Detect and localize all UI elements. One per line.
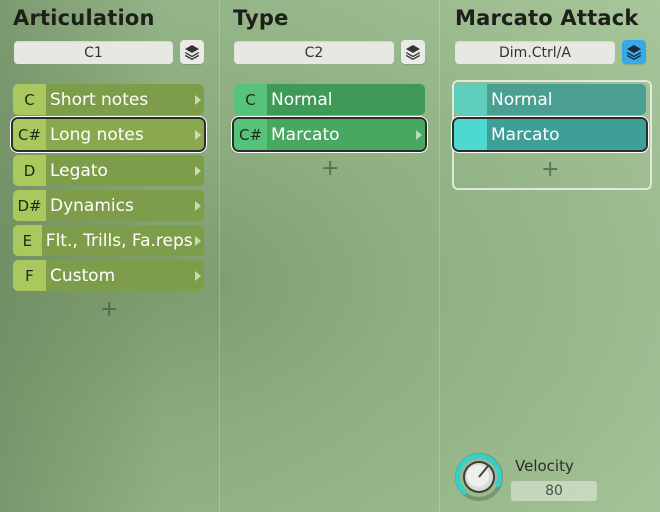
marcato-item-normal[interactable]: Normal — [454, 84, 646, 115]
articulation-layers-button[interactable] — [180, 40, 204, 64]
articulation-item-dynamics[interactable]: D# Dynamics — [13, 190, 204, 221]
type-item-normal[interactable]: C Normal — [234, 84, 425, 115]
add-type-button[interactable]: + — [321, 158, 339, 180]
marcato-attack-column: Marcato Attack Dim.Ctrl/A — [440, 0, 660, 512]
layers-icon — [406, 45, 420, 60]
color-swatch — [454, 84, 487, 115]
articulation-item-label: Dynamics — [46, 190, 191, 221]
chevron-right-icon — [191, 119, 204, 150]
layers-icon — [627, 45, 641, 60]
type-title: Type — [233, 6, 289, 30]
type-key-selector[interactable]: C2 — [234, 41, 394, 64]
articulation-title: Articulation — [13, 6, 155, 30]
articulation-column: Articulation C1 C Short notes C# Long no… — [0, 0, 219, 512]
add-marcato-button[interactable]: + — [541, 159, 559, 181]
articulation-item-long-notes[interactable]: C# Long notes — [13, 119, 204, 150]
articulation-item-label: Flt., Trills, Fa.reps — [41, 225, 193, 256]
articulation-item-custom[interactable]: F Custom — [13, 260, 204, 291]
key-label: E — [13, 225, 42, 256]
type-item-marcato[interactable]: C# Marcato — [234, 119, 425, 150]
chevron-right-icon — [191, 260, 204, 291]
type-column: Type C2 C Normal C# Marcato + — [220, 0, 439, 512]
chevron-right-icon — [412, 119, 425, 150]
articulation-item-label: Short notes — [46, 84, 191, 115]
articulation-item-label: Legato — [46, 155, 191, 186]
marcato-item-label: Marcato — [487, 119, 646, 150]
articulation-item-label: Custom — [46, 260, 191, 291]
chevron-right-icon — [191, 190, 204, 221]
key-label: C# — [234, 119, 267, 150]
articulation-item-label: Long notes — [46, 119, 191, 150]
articulation-item-legato[interactable]: D Legato — [13, 155, 204, 186]
chevron-right-icon — [191, 84, 204, 115]
add-articulation-button[interactable]: + — [100, 299, 118, 321]
layers-icon — [185, 45, 199, 60]
key-label: F — [13, 260, 46, 291]
color-swatch — [454, 119, 487, 150]
key-label: D — [13, 155, 46, 186]
knob-icon — [455, 453, 503, 501]
velocity-knob[interactable] — [454, 452, 504, 502]
type-item-label: Normal — [267, 84, 425, 115]
chevron-right-icon — [192, 225, 204, 256]
articulation-item-flt-trills[interactable]: E Flt., Trills, Fa.reps — [13, 225, 204, 256]
marcato-key-selector[interactable]: Dim.Ctrl/A — [455, 41, 615, 64]
articulation-key-selector[interactable]: C1 — [14, 41, 173, 64]
key-label: C# — [13, 119, 46, 150]
type-item-label: Marcato — [267, 119, 412, 150]
key-label: C — [234, 84, 267, 115]
marcato-attack-title: Marcato Attack — [455, 6, 639, 30]
key-label: C — [13, 84, 46, 115]
chevron-right-icon — [191, 155, 204, 186]
marcato-layers-button[interactable] — [622, 40, 646, 64]
velocity-value-field[interactable]: 80 — [511, 481, 597, 501]
marcato-item-marcato[interactable]: Marcato — [454, 119, 646, 150]
key-label: D# — [13, 190, 46, 221]
velocity-label: Velocity — [515, 457, 574, 475]
marcato-item-label: Normal — [487, 84, 646, 115]
articulation-item-short-notes[interactable]: C Short notes — [13, 84, 204, 115]
type-layers-button[interactable] — [401, 40, 425, 64]
